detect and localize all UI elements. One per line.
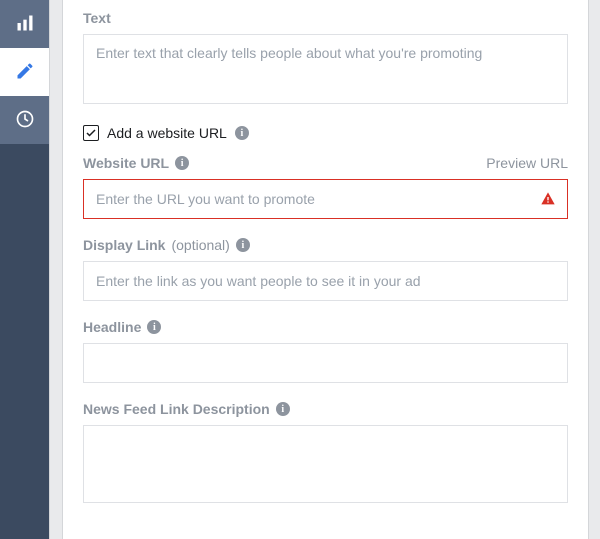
info-icon[interactable]: i [147,320,161,334]
text-label: Text [83,10,111,26]
warning-icon [540,191,556,207]
text-input[interactable] [83,34,568,104]
info-icon[interactable]: i [276,402,290,416]
form-panel: Text Add a website URL i Website URL i P… [63,0,588,539]
info-icon[interactable]: i [175,156,189,170]
display-link-input[interactable] [83,261,568,301]
sidebar-item-stats[interactable] [0,0,49,48]
field-display-link: Display Link (optional) i [83,237,568,301]
info-icon[interactable]: i [235,126,249,140]
clock-icon [15,109,35,132]
sidebar-item-history[interactable] [0,96,49,144]
add-url-row: Add a website URL i [83,125,568,141]
website-url-label: Website URL i [83,155,189,171]
gap-left [49,0,63,539]
website-url-input[interactable] [83,179,568,219]
news-feed-desc-input[interactable] [83,425,568,503]
sidebar-item-edit[interactable] [0,48,49,96]
news-feed-desc-label: News Feed Link Description i [83,401,290,417]
field-text: Text [83,10,568,107]
pencil-icon [15,61,35,84]
sidebar [0,0,49,539]
field-news-feed-desc: News Feed Link Description i [83,401,568,506]
headline-label: Headline i [83,319,161,335]
preview-url-link[interactable]: Preview URL [486,155,568,171]
add-url-checkbox[interactable] [83,125,99,141]
display-link-label: Display Link (optional) i [83,237,250,253]
field-website-url: Website URL i Preview URL [83,155,568,219]
field-headline: Headline i [83,319,568,383]
gap-right [588,0,600,539]
headline-input[interactable] [83,343,568,383]
bar-chart-icon [15,13,35,36]
add-url-label: Add a website URL [107,125,227,141]
info-icon[interactable]: i [236,238,250,252]
